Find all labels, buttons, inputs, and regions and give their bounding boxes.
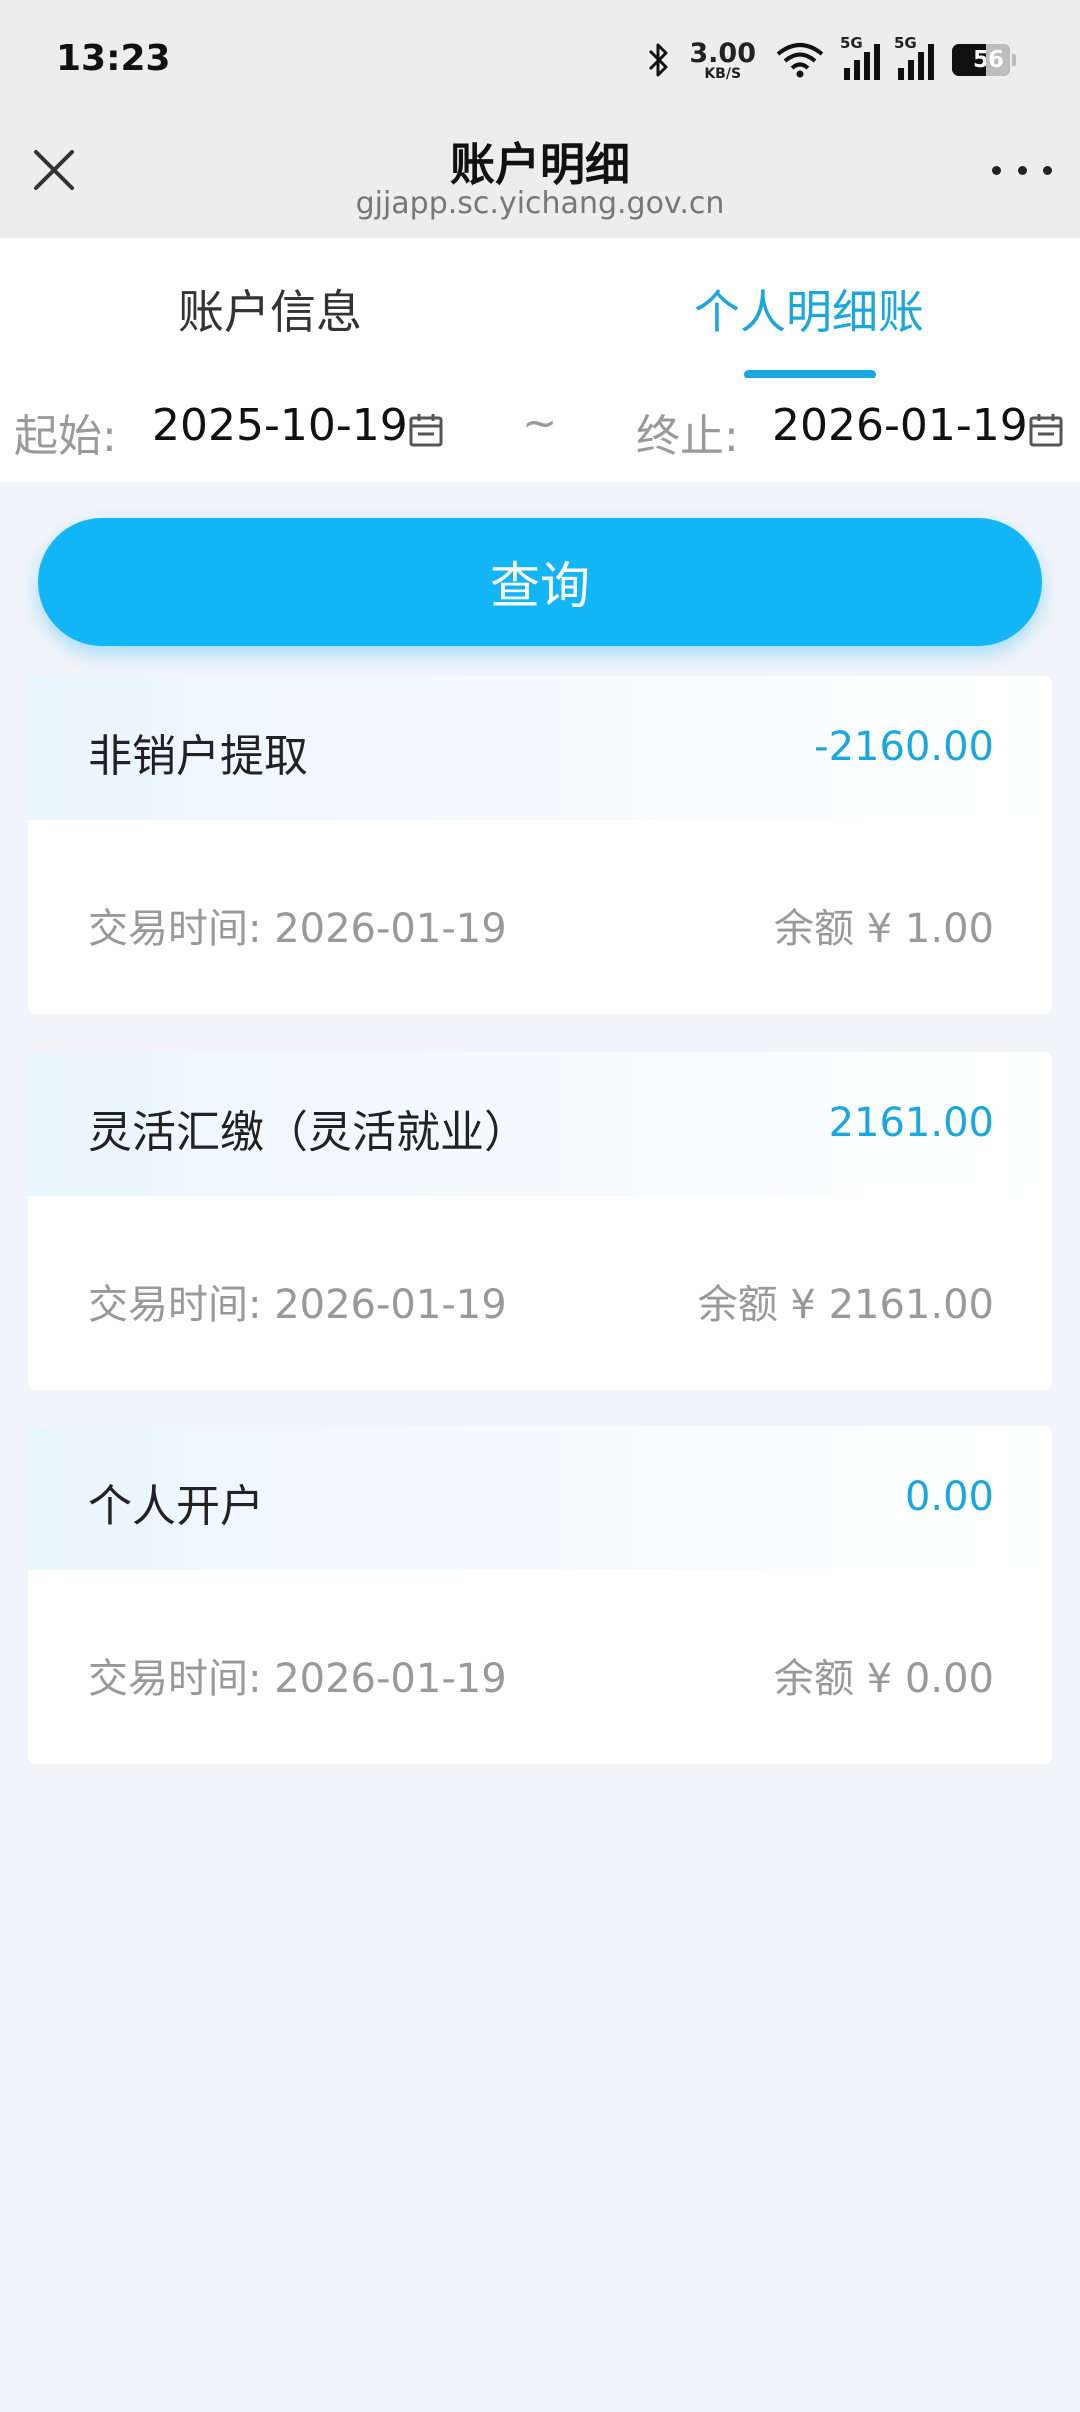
network-speed: 3.00 KB/S: [689, 37, 756, 82]
battery-icon: 5 6: [952, 44, 1016, 76]
status-icons: 3.00 KB/S 5G 5G 5 6: [647, 30, 1016, 90]
transaction-balance: 余额 ¥ 1.00: [774, 906, 994, 952]
bluetooth-icon: [649, 43, 668, 77]
more-icon: [992, 165, 1001, 175]
page-title: 账户明细: [449, 138, 630, 191]
transaction-amount: 0.00: [904, 1474, 994, 1520]
date-separator: ~: [522, 398, 558, 447]
page-url: gjjapp.sc.yichang.gov.cn: [355, 186, 725, 221]
status-time: 13:23: [56, 38, 171, 79]
transaction-card[interactable]: 个人开户 0.00 交易时间: 2026-01-19 余额 ¥ 0.00: [28, 1426, 1052, 1764]
transaction-amount: 2161.00: [828, 1100, 994, 1146]
transaction-type: 灵活汇缴（灵活就业）: [88, 1107, 528, 1158]
transaction-time: 交易时间: 2026-01-19: [88, 1282, 507, 1328]
signal-icon: 5G: [840, 34, 880, 80]
transaction-time: 交易时间: 2026-01-19: [88, 906, 507, 952]
transaction-type: 个人开户: [88, 1481, 264, 1532]
start-date-label: 起始:: [14, 411, 117, 462]
end-date-label: 终止:: [636, 411, 739, 462]
calendar-icon[interactable]: [408, 412, 444, 448]
wifi-icon: [776, 43, 824, 78]
tab-bar: 账户信息 个人明细账: [0, 238, 1080, 379]
transaction-time: 交易时间: 2026-01-19: [88, 1656, 507, 1702]
transaction-balance: 余额 ¥ 2161.00: [697, 1282, 994, 1328]
transaction-balance: 余额 ¥ 0.00: [774, 1656, 994, 1702]
tab-personal-ledger[interactable]: 个人明细账: [694, 276, 924, 342]
transaction-amount: -2160.00: [814, 724, 994, 770]
signal-icon-2: 5G: [894, 34, 934, 80]
nav-bar: 账户明细 gjjapp.sc.yichang.gov.cn: [0, 120, 1080, 238]
transaction-type: 非销户提取: [88, 731, 308, 782]
status-bar: 13:23 3.00 KB/S 5G 5G 5 6: [0, 0, 1080, 120]
query-button[interactable]: 查询: [38, 518, 1042, 646]
calendar-icon[interactable]: [1028, 412, 1064, 448]
transaction-card[interactable]: 非销户提取 -2160.00 交易时间: 2026-01-19 余额 ¥ 1.0…: [28, 676, 1052, 1014]
start-date-field[interactable]: 2025-10-19: [152, 400, 408, 451]
end-date-field[interactable]: 2026-01-19: [772, 400, 1028, 451]
more-button[interactable]: [992, 150, 1052, 190]
tab-account-info[interactable]: 账户信息: [178, 276, 362, 342]
date-range: 起始: 2025-10-19 ~ 终止: 2026-01-19: [0, 378, 1080, 482]
transaction-card[interactable]: 灵活汇缴（灵活就业） 2161.00 交易时间: 2026-01-19 余额 ¥…: [28, 1052, 1052, 1390]
